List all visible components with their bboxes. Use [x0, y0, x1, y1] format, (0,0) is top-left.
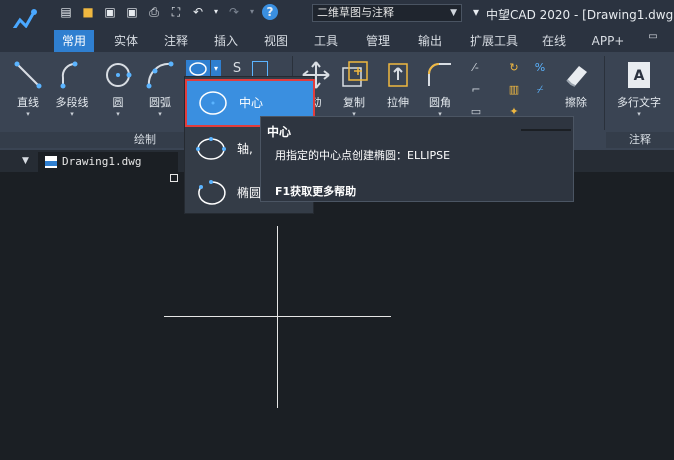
rectangle-icon[interactable] [252, 61, 268, 77]
title-bar: ▤ ■ ▣ ▣ ⎙ ⛶ ↶ ▾ ↷ ▾ ? 二维草图与注释 ▼ ▾ 中望CAD … [0, 0, 674, 36]
eraser-icon [566, 66, 587, 87]
workspace-select[interactable]: 二维草图与注释 ▼ [312, 4, 462, 22]
chevron-down-icon: ▾ [26, 110, 30, 118]
tool-arc[interactable]: 圆弧 ▾ [138, 58, 182, 118]
tool-mtext-label: 多行文字 [617, 96, 661, 109]
redo-icon[interactable]: ↷ [226, 4, 242, 20]
undo-icon[interactable]: ↶ [190, 4, 206, 20]
tab-menu-icon[interactable]: ▼ [22, 156, 29, 166]
tab-annotate[interactable]: 注释 [156, 30, 196, 52]
crosshair-vertical [277, 226, 278, 408]
document-tab-label: Drawing1.dwg [62, 155, 142, 168]
undo-dropdown-icon[interactable]: ▾ [212, 4, 220, 20]
tooltip-divider [521, 129, 571, 131]
fillet-icon [428, 63, 451, 86]
tool-copy-label: 复制 [343, 96, 365, 109]
quick-access-toolbar: ▤ ■ ▣ ▣ ⎙ ⛶ ↶ ▾ ↷ ▾ ? [58, 4, 278, 20]
zwcad-window: ▤ ■ ▣ ▣ ⎙ ⛶ ↶ ▾ ↷ ▾ ? 二维草图与注释 ▼ ▾ 中望CAD … [0, 0, 674, 460]
tool-circle[interactable]: 圆 ▾ [96, 58, 140, 118]
chevron-down-icon: ▼ [450, 8, 457, 18]
stretch-icon [388, 63, 408, 87]
dropdown-item-label: 轴, [237, 142, 253, 156]
tool-copy[interactable]: 复制 ▾ [332, 58, 376, 118]
customize-icon[interactable]: ▾ [468, 4, 484, 20]
mtext-icon: A [628, 62, 650, 88]
chevron-down-icon: ▾ [116, 110, 120, 118]
rotate-icon[interactable]: ↻ [506, 60, 522, 76]
help-icon[interactable]: ? [262, 4, 278, 20]
arc-icon [146, 61, 174, 89]
tooltip-help: F1获取更多帮助 [275, 185, 357, 198]
document-tab[interactable]: Drawing1.dwg [38, 152, 178, 172]
tooltip-description: 用指定的中心点创建椭圆：ELLIPSE [275, 149, 451, 162]
scale-icon[interactable]: % [532, 60, 548, 76]
open-folder-icon[interactable]: ■ [80, 4, 96, 20]
workspace-value: 二维草图与注释 [317, 6, 394, 19]
tab-app-plus[interactable]: APP+ [586, 30, 630, 52]
dropdown-item-label: 中心 [239, 96, 264, 110]
tool-stretch[interactable]: 拉伸 [376, 58, 420, 110]
ribbon-tab-bar: 常用 实体 注释 插入 视图 工具 管理 输出 扩展工具 在线 APP+ ▭ [0, 28, 674, 52]
window-title: 中望CAD 2020 - [Drawing1.dwg] [486, 8, 674, 22]
save-as-icon[interactable]: ▣ [124, 4, 140, 20]
copy-icon [342, 61, 368, 87]
tool-line[interactable]: 直线 ▾ [6, 58, 50, 118]
drawing-canvas[interactable] [0, 172, 674, 460]
dwg-file-icon [45, 156, 57, 168]
tab-common[interactable]: 常用 [54, 30, 94, 52]
save-icon[interactable]: ▣ [102, 4, 118, 20]
tool-circle-label: 圆 [112, 96, 124, 109]
group-label-annotate: 注释 [606, 132, 674, 148]
svg-text:A: A [634, 68, 645, 84]
chevron-down-icon: ▾ [158, 110, 162, 118]
circle-icon [106, 63, 132, 87]
ellipse-axis-icon [196, 137, 226, 160]
group-separator [604, 56, 605, 130]
tab-output[interactable]: 输出 [410, 30, 450, 52]
mirror-icon[interactable]: ⌐ [468, 82, 484, 98]
tool-polyline[interactable]: 多段线 ▾ [50, 58, 94, 118]
tool-line-label: 直线 [17, 96, 39, 109]
tool-fillet-label: 圆角 [429, 96, 451, 109]
tool-fillet[interactable]: 圆角 ▾ [418, 58, 462, 118]
chevron-down-icon: ▾ [637, 110, 641, 118]
chevron-down-icon: ▾ [70, 110, 74, 118]
tab-solid[interactable]: 实体 [106, 30, 146, 52]
polyline-icon [60, 61, 78, 89]
tool-mtext[interactable]: A 多行文字 ▾ [614, 58, 664, 118]
tab-online[interactable]: 在线 [534, 30, 574, 52]
tab-insert[interactable]: 插入 [206, 30, 246, 52]
tool-polyline-label: 多段线 [55, 96, 89, 109]
tool-arc-label: 圆弧 [149, 96, 171, 109]
tooltip-title: 中心 [267, 125, 292, 139]
array-icon[interactable]: ▥ [506, 82, 522, 98]
print-icon[interactable]: ⎙ [146, 4, 162, 20]
tab-manage[interactable]: 管理 [358, 30, 398, 52]
tab-tools[interactable]: 工具 [306, 30, 346, 52]
trim-icon[interactable]: ⁄- [468, 60, 484, 76]
modify-mini-tools: ⁄- ⌐ ▭ ↻ ▥ ✦ % ⌿ [466, 60, 545, 120]
chamfer-icon[interactable]: ⌿ [532, 82, 548, 98]
ellipse-arc-icon [198, 180, 226, 205]
zoom-extents-icon[interactable]: ⛶ [168, 4, 184, 20]
tab-view[interactable]: 视图 [256, 30, 296, 52]
dropdown-item-label: 椭圆 [237, 186, 262, 200]
ucs-marker [170, 174, 178, 182]
command-tooltip: 中心 用指定的中心点创建椭圆：ELLIPSE F1获取更多帮助 [260, 116, 574, 202]
redo-dropdown-icon[interactable]: ▾ [248, 4, 256, 20]
line-icon [14, 61, 42, 89]
ellipse-center-icon [199, 91, 227, 115]
tool-erase[interactable]: 擦除 [554, 58, 598, 110]
ribbon-toggle-icon[interactable]: ▭ [646, 31, 660, 45]
tool-erase-label: 擦除 [565, 96, 587, 109]
new-file-icon[interactable]: ▤ [58, 4, 74, 20]
tool-stretch-label: 拉伸 [387, 96, 409, 109]
tab-extend-tools[interactable]: 扩展工具 [462, 30, 526, 52]
